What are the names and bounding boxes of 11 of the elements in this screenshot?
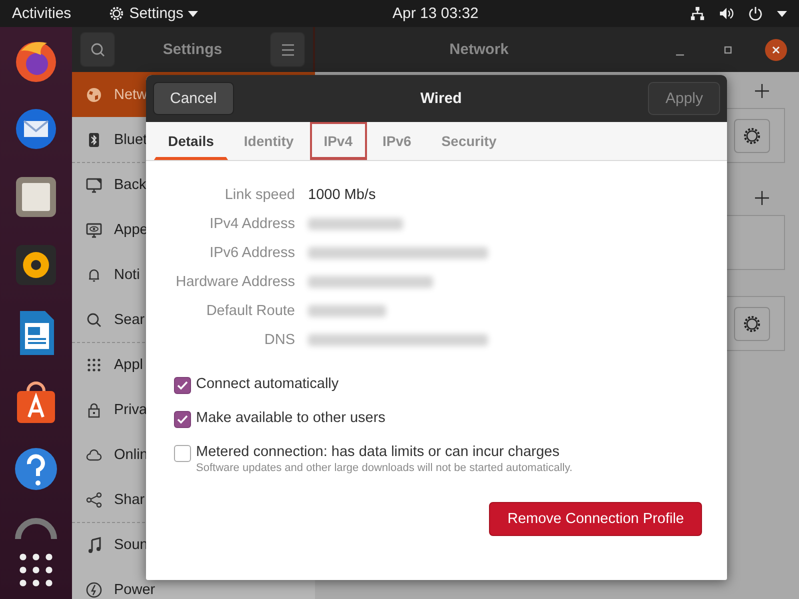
hint-text: Software updates and other large downloads will not be started automatically. xyxy=(196,462,572,474)
detail-label: IPv6 Address xyxy=(208,244,295,262)
detail-label: Link speed xyxy=(224,186,295,204)
detail-label: Hardware Address xyxy=(174,273,295,291)
detail-label: Default Route xyxy=(205,302,295,320)
page-title: Network xyxy=(448,41,510,58)
detail-value: 1000 Mb/s xyxy=(308,186,377,204)
dialog-title: Wired xyxy=(419,90,463,107)
detail-label: DNS xyxy=(263,331,295,349)
detail-label: IPv4 Address xyxy=(208,215,295,233)
sidebar-title: Settings xyxy=(162,41,224,58)
